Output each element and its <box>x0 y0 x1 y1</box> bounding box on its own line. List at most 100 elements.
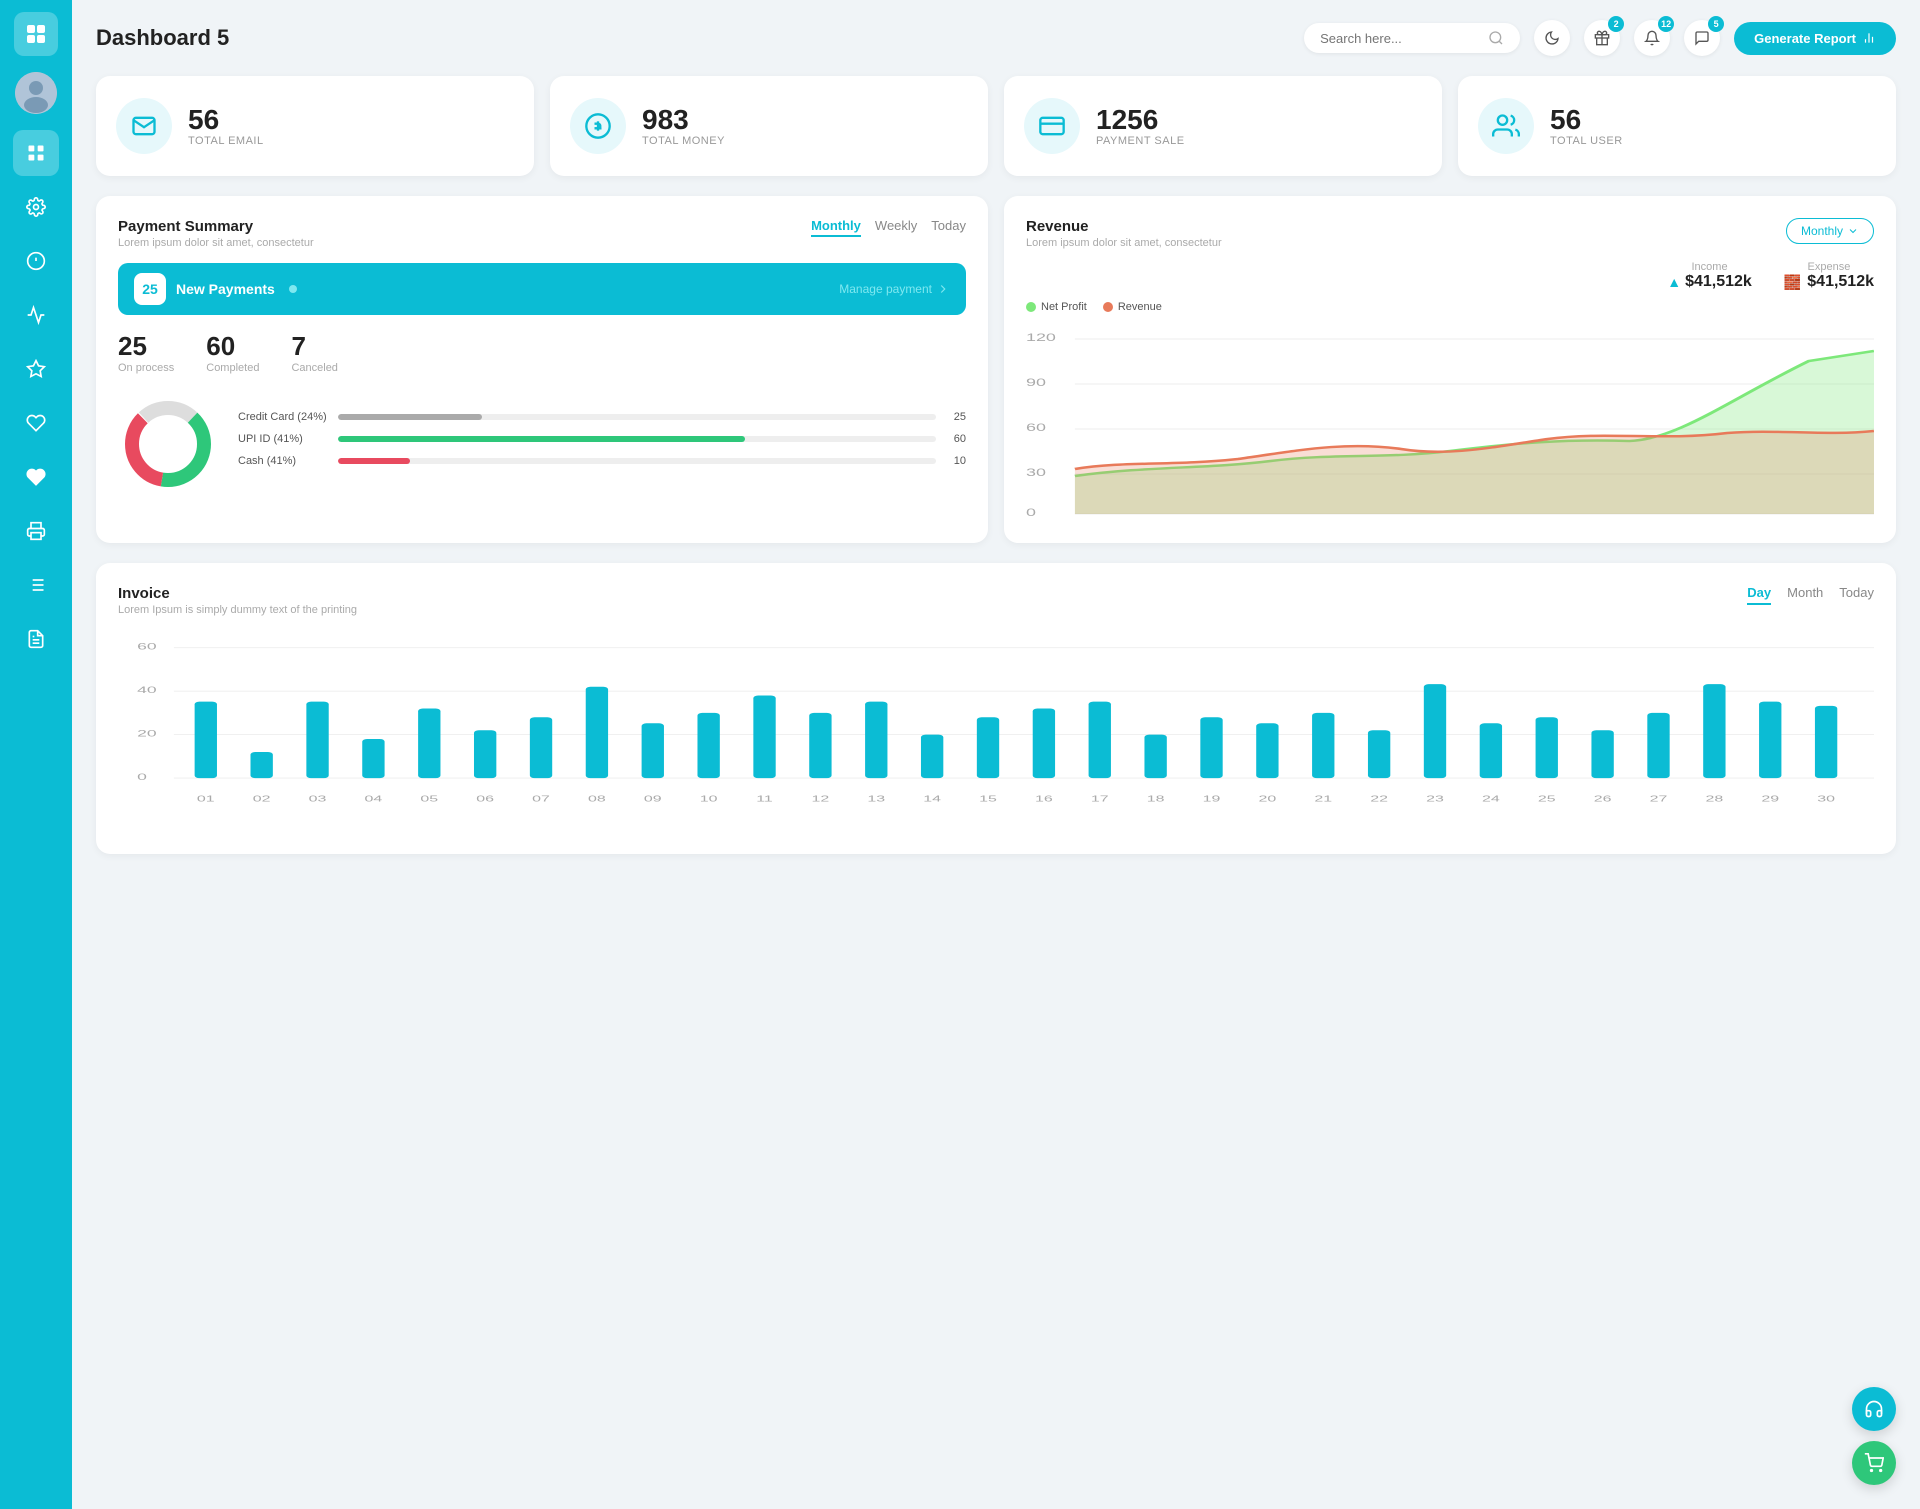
tab-today[interactable]: Today <box>931 218 966 237</box>
payment-icon-container <box>1024 98 1080 154</box>
income-up-icon: ▲ <box>1667 274 1681 290</box>
svg-text:18: 18 <box>1147 793 1165 803</box>
stat-card-email: 56 TOTAL EMAIL <box>96 76 534 176</box>
svg-text:09: 09 <box>644 793 662 803</box>
payment-icon <box>1038 112 1066 140</box>
sidebar-item-doc[interactable] <box>13 616 59 662</box>
revenue-card: Revenue Lorem ipsum dolor sit amet, cons… <box>1004 196 1896 543</box>
revenue-area-chart: 120 90 60 30 0 <box>1026 321 1874 521</box>
svg-text:23: 23 <box>1426 793 1444 803</box>
svg-text:28: 28 <box>1705 793 1723 803</box>
new-payments-count: 25 <box>134 273 166 305</box>
money-count: 983 <box>642 105 725 136</box>
payment-method-bars: Credit Card (24%) 25 UPI ID (41%) 60 <box>238 411 966 477</box>
money-label: TOTAL MONEY <box>642 135 725 147</box>
svg-text:12: 12 <box>812 793 830 803</box>
page-title: Dashboard 5 <box>96 25 229 51</box>
revenue-monthly-btn[interactable]: Monthly <box>1786 218 1874 244</box>
revenue-header: Revenue Lorem ipsum dolor sit amet, cons… <box>1026 218 1874 249</box>
stat-card-money: 983 TOTAL MONEY <box>550 76 988 176</box>
payment-tabs: Monthly Weekly Today <box>811 218 966 237</box>
user-count: 56 <box>1550 105 1623 136</box>
cash-value: 10 <box>946 455 966 467</box>
header: Dashboard 5 <box>96 20 1896 56</box>
svg-text:20: 20 <box>137 728 157 739</box>
invoice-title: Invoice <box>118 585 357 602</box>
svg-text:27: 27 <box>1650 793 1668 803</box>
invoice-tab-month[interactable]: Month <box>1787 585 1823 605</box>
gift-btn[interactable]: 2 <box>1584 20 1620 56</box>
sidebar-item-star[interactable] <box>13 346 59 392</box>
chat-btn[interactable]: 5 <box>1684 20 1720 56</box>
sidebar-item-print[interactable] <box>13 508 59 554</box>
legend-revenue: Revenue <box>1103 301 1162 313</box>
invoice-section: Invoice Lorem Ipsum is simply dummy text… <box>96 563 1896 854</box>
upi-fill <box>338 436 745 442</box>
payment-stats: 25 On process 60 Completed 7 Canceled <box>118 331 966 374</box>
chat-badge: 5 <box>1708 16 1724 32</box>
bar-row-upi: UPI ID (41%) 60 <box>238 433 966 445</box>
svg-text:07: 07 <box>532 793 550 803</box>
sidebar-item-heart[interactable] <box>13 400 59 446</box>
svg-text:0: 0 <box>1026 507 1036 519</box>
svg-text:10: 10 <box>700 793 718 803</box>
svg-text:14: 14 <box>923 793 941 803</box>
svg-text:21: 21 <box>1314 793 1332 803</box>
search-box[interactable] <box>1304 23 1520 53</box>
search-icon <box>1488 30 1504 46</box>
theme-toggle-btn[interactable] <box>1534 20 1570 56</box>
tab-monthly[interactable]: Monthly <box>811 218 861 237</box>
bar-row-credit: Credit Card (24%) 25 <box>238 411 966 423</box>
legend-net-profit: Net Profit <box>1026 301 1087 313</box>
user-avatar[interactable] <box>15 72 57 114</box>
sidebar-item-list[interactable] <box>13 562 59 608</box>
svg-text:15: 15 <box>979 793 997 803</box>
bell-badge: 12 <box>1658 16 1674 32</box>
revenue-amounts: Income ▲ $41,512k Expense 🧱 $41,512k <box>1026 261 1874 291</box>
payment-label: PAYMENT SALE <box>1096 135 1185 147</box>
sidebar-item-chart[interactable] <box>13 292 59 338</box>
chat-icon <box>1694 30 1710 46</box>
svg-text:19: 19 <box>1203 793 1221 803</box>
gift-badge: 2 <box>1608 16 1624 32</box>
credit-fill <box>338 414 482 420</box>
svg-text:01: 01 <box>197 793 215 803</box>
invoice-tab-today[interactable]: Today <box>1839 585 1874 605</box>
svg-text:06: 06 <box>476 793 494 803</box>
sidebar-item-settings[interactable] <box>13 184 59 230</box>
manage-payment-link[interactable]: Manage payment <box>839 282 950 296</box>
svg-text:60: 60 <box>137 641 157 652</box>
canceled-stat: 7 Canceled <box>291 331 337 374</box>
header-right: 2 12 5 Generate Report <box>1304 20 1896 56</box>
svg-text:0: 0 <box>137 771 147 782</box>
cart-float-btn[interactable] <box>1852 1441 1896 1485</box>
bell-btn[interactable]: 12 <box>1634 20 1670 56</box>
sidebar-item-dashboard[interactable] <box>13 130 59 176</box>
svg-text:30: 30 <box>1817 793 1835 803</box>
sidebar-logo[interactable] <box>14 12 58 56</box>
income-amount: Income ▲ $41,512k <box>1667 261 1752 291</box>
support-float-btn[interactable] <box>1852 1387 1896 1431</box>
sidebar-item-heart2[interactable] <box>13 454 59 500</box>
cash-track <box>338 458 936 464</box>
revenue-subtitle: Lorem ipsum dolor sit amet, consectetur <box>1026 237 1222 249</box>
search-input[interactable] <box>1320 31 1480 46</box>
invoice-subtitle: Lorem Ipsum is simply dummy text of the … <box>118 604 357 616</box>
moon-icon <box>1544 30 1560 46</box>
svg-text:16: 16 <box>1035 793 1053 803</box>
upi-label: UPI ID (41%) <box>238 433 328 445</box>
generate-report-button[interactable]: Generate Report <box>1734 22 1896 55</box>
donut-chart <box>118 394 218 494</box>
net-profit-dot <box>1026 302 1036 312</box>
svg-text:30: 30 <box>1026 467 1046 479</box>
svg-text:120: 120 <box>1026 332 1056 344</box>
payment-count: 1256 <box>1096 105 1185 136</box>
svg-text:11: 11 <box>756 793 773 803</box>
invoice-header: Invoice Lorem Ipsum is simply dummy text… <box>118 585 1874 616</box>
svg-text:40: 40 <box>137 684 157 695</box>
credit-value: 25 <box>946 411 966 423</box>
svg-text:90: 90 <box>1026 377 1046 389</box>
invoice-tab-day[interactable]: Day <box>1747 585 1771 605</box>
tab-weekly[interactable]: Weekly <box>875 218 917 237</box>
sidebar-item-info[interactable] <box>13 238 59 284</box>
